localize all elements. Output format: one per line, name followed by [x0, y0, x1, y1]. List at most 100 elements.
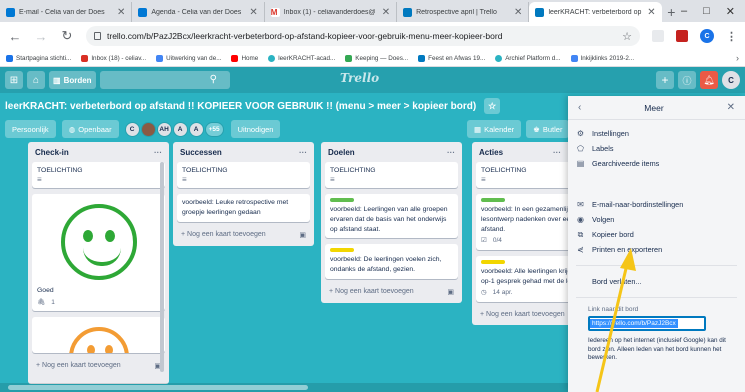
- card-toelichting[interactable]: TOELICHTING ≡: [32, 162, 165, 188]
- lock-icon: [94, 32, 101, 40]
- search-input[interactable]: ⚲: [99, 71, 230, 89]
- add-card-button[interactable]: + Nog een kaart toevoegen ▣: [325, 285, 458, 299]
- user-avatar[interactable]: C: [722, 71, 740, 89]
- menu-item-leave-board[interactable]: Bord verlaten...: [576, 274, 737, 289]
- menu-item-settings[interactable]: ⚙ Instellingen: [576, 126, 737, 141]
- close-tab-icon[interactable]: ✕: [249, 7, 257, 18]
- browser-tab-inbox[interactable]: M Inbox (1) - celiavanderdoes@ ✕: [265, 2, 398, 22]
- bookmark[interactable]: Inbox (18) - celiav...: [81, 54, 146, 62]
- browser-tab-leerkracht[interactable]: leerKRACHT: verbeterbord op ✕: [529, 2, 662, 22]
- bookmark[interactable]: Feest en Afwas 19...: [418, 54, 485, 62]
- add-card-button[interactable]: + Nog een kaart toevoegen: [476, 308, 568, 321]
- add-card-label: + Nog een kaart toevoegen: [36, 362, 121, 370]
- menu-back-icon[interactable]: ‹: [578, 102, 581, 113]
- extension-icon[interactable]: [676, 30, 688, 42]
- list-title[interactable]: Acties: [479, 148, 503, 157]
- menu-item-print-export[interactable]: ⋞ Printen en exporteren: [576, 242, 737, 257]
- list-menu-icon[interactable]: ···: [299, 148, 307, 157]
- maximize-button[interactable]: □: [703, 5, 710, 17]
- bookmark[interactable]: Uitwerking van de...: [156, 54, 221, 62]
- member-avatar[interactable]: AH: [156, 121, 172, 137]
- scrollbar-thumb[interactable]: [8, 385, 308, 390]
- browser-tab-email[interactable]: E-mail - Celia van der Does ✕: [0, 2, 133, 22]
- boards-label: Borden: [63, 75, 92, 85]
- list-scrollbar[interactable]: [160, 162, 164, 372]
- list-title[interactable]: Doelen: [328, 148, 355, 157]
- back-arrow-icon[interactable]: ←: [8, 29, 22, 44]
- browser-tab-agenda[interactable]: Agenda - Celia van der Does ✕: [132, 2, 265, 22]
- card-goed[interactable]: Goed 🖇︎ 1: [32, 193, 165, 312]
- card[interactable]: voorbeeld: In een gezamenlijk lesontwerp…: [476, 193, 568, 250]
- bookmarks-overflow-icon[interactable]: ›: [736, 53, 739, 63]
- forward-arrow-icon[interactable]: →: [34, 29, 48, 44]
- menu-item-follow[interactable]: ◉ Volgen: [576, 212, 737, 227]
- info-icon[interactable]: ⓘ: [678, 71, 696, 89]
- card-toelichting[interactable]: TOELICHTING ≡: [476, 162, 568, 188]
- template-icon[interactable]: ▣: [299, 231, 306, 239]
- visibility-button[interactable]: ◍ Openbaar: [61, 120, 119, 138]
- minimize-button[interactable]: –: [681, 5, 687, 17]
- trello-logo[interactable]: Trello: [340, 71, 379, 85]
- boards-button[interactable]: ▥ Borden: [49, 71, 96, 89]
- due-date: 14 apr.: [492, 289, 513, 297]
- home-icon[interactable]: ⌂: [27, 71, 45, 89]
- board-link-field[interactable]: https://trello.com/b/PazJ2Bcx: [588, 316, 706, 331]
- profile-avatar[interactable]: C: [700, 29, 714, 43]
- menu-close-icon[interactable]: ✕: [727, 102, 735, 113]
- bookmark[interactable]: Keeping — Does...: [345, 54, 408, 62]
- close-tab-icon[interactable]: ✕: [382, 7, 390, 18]
- site-icon: [268, 54, 276, 62]
- list-title[interactable]: Check-in: [35, 148, 69, 157]
- board-title[interactable]: leerKRACHT: verbeterbord op afstand !! K…: [5, 101, 476, 112]
- list-menu-icon[interactable]: ···: [154, 148, 162, 157]
- browser-menu-icon[interactable]: ⋮: [726, 30, 737, 43]
- browser-tab-retrospective[interactable]: Retrospective april | Trello ✕: [397, 2, 530, 22]
- card[interactable]: voorbeeld: Leuke retrospective met groep…: [177, 193, 310, 222]
- create-plus-icon[interactable]: +: [656, 71, 674, 89]
- new-tab-button[interactable]: +: [662, 2, 681, 22]
- menu-item-archived[interactable]: ▤ Gearchiveerde items: [576, 156, 737, 171]
- apps-grid-icon[interactable]: ⊞: [5, 71, 23, 89]
- card-toelichting[interactable]: TOELICHTING ≡: [177, 162, 310, 188]
- star-board-icon[interactable]: ☆: [484, 98, 501, 114]
- template-icon[interactable]: ▣: [447, 288, 454, 296]
- team-visibility-button[interactable]: Persoonlijk: [5, 120, 56, 138]
- list-menu-icon[interactable]: ···: [447, 148, 455, 157]
- more-members-badge[interactable]: +55: [204, 121, 224, 137]
- card-smiley-orange[interactable]: [32, 317, 165, 354]
- member-avatar[interactable]: [140, 121, 156, 137]
- add-card-button[interactable]: + Nog een kaart toevoegen ▣: [177, 228, 310, 242]
- card[interactable]: voorbeeld: Leerlingen van alle groepen e…: [325, 193, 458, 239]
- close-window-button[interactable]: ✕: [726, 5, 735, 18]
- member-avatar[interactable]: C: [124, 121, 140, 137]
- list-title[interactable]: Successen: [180, 148, 222, 157]
- menu-item-email-settings[interactable]: ✉ E-mail-naar-bordinstellingen: [576, 197, 737, 212]
- add-card-button[interactable]: + Nog een kaart toevoegen ▣: [32, 359, 165, 373]
- calendar-button[interactable]: ▦ Kalender: [467, 120, 522, 138]
- card[interactable]: voorbeeld: Alle leerlingen krijgen een 1…: [476, 255, 568, 302]
- bookmark[interactable]: leerKRACHT-acad...: [268, 54, 335, 62]
- reload-icon[interactable]: ↻: [60, 28, 74, 44]
- notification-bell-icon[interactable]: 🔔︎: [700, 71, 718, 89]
- invite-button[interactable]: Uitnodigen: [230, 120, 281, 138]
- list-menu-icon[interactable]: ···: [553, 148, 561, 157]
- bookmark[interactable]: Archief Platform d...: [495, 54, 561, 62]
- close-tab-icon[interactable]: ✕: [647, 7, 655, 18]
- bookmark[interactable]: Inkijklinks 2019-2...: [570, 54, 634, 62]
- board-horizontal-scrollbar[interactable]: [0, 383, 568, 392]
- bookmark-star-icon[interactable]: ☆: [622, 30, 632, 43]
- close-tab-icon[interactable]: ✕: [514, 7, 522, 18]
- bookmark[interactable]: Home: [231, 54, 258, 62]
- card-toelichting[interactable]: TOELICHTING ≡: [325, 162, 458, 188]
- bookmark[interactable]: Startpagina stichti...: [6, 54, 71, 62]
- card[interactable]: voorbeeld: De leerlingen voelen zich, on…: [325, 244, 458, 280]
- member-avatar[interactable]: A: [188, 121, 204, 137]
- butler-button[interactable]: ♚ Butler: [526, 120, 570, 138]
- address-bar[interactable]: trello.com/b/PazJ2Bcx/leerkracht-verbete…: [86, 26, 640, 46]
- menu-item-labels[interactable]: ⬠ Labels: [576, 141, 737, 156]
- member-avatar[interactable]: A: [172, 121, 188, 137]
- board-icon: ▥: [53, 75, 61, 85]
- menu-item-copy-board[interactable]: ⧉ Kopieer bord: [576, 227, 737, 242]
- close-tab-icon[interactable]: ✕: [117, 7, 125, 18]
- extension-icon[interactable]: [652, 30, 664, 42]
